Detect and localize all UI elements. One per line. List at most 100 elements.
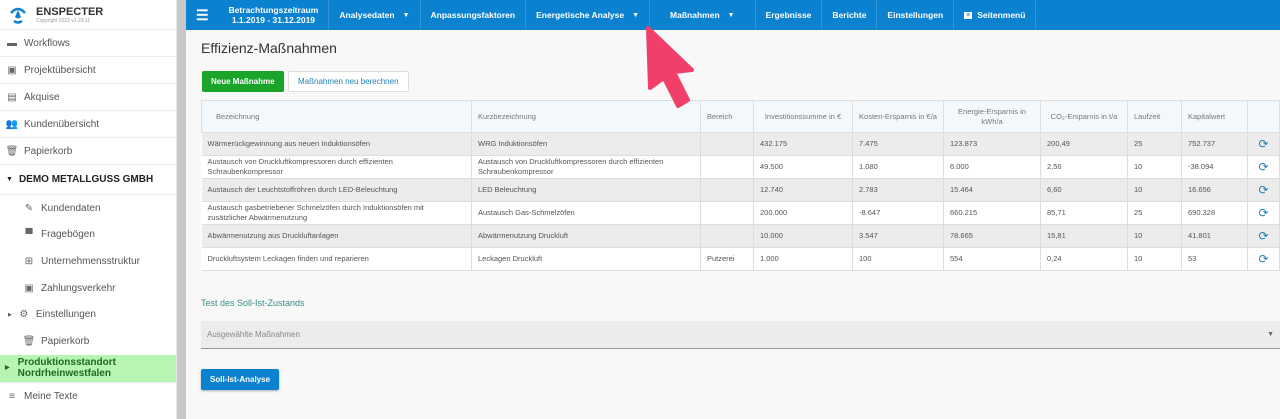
column-header[interactable]: Kapitalwert: [1181, 100, 1248, 133]
sidebar-subitem[interactable]: 🗑 Papierkorb: [0, 328, 176, 355]
sidebar-subitem-label: Kundendaten: [41, 202, 101, 214]
table-cell: Austausch Gas-Schmelzöfen: [471, 201, 701, 225]
table-cell: Austausch von Druckluftkompressoren durc…: [471, 155, 701, 179]
refresh-icon[interactable]: ⟳: [1247, 155, 1280, 179]
table-cell: 15.464: [943, 178, 1041, 202]
table-cell: 16.656: [1181, 178, 1248, 202]
sidebar-item-meine-texte[interactable]: ≡ Meine Texte: [0, 383, 176, 410]
text-lines-icon: ≡: [9, 390, 15, 402]
table-cell: Austausch der Leuchtstoffröhren durch LE…: [201, 178, 472, 202]
refresh-icon[interactable]: ⟳: [1247, 224, 1280, 248]
column-header[interactable]: Investitionssumme in €: [753, 100, 853, 133]
comment-icon: ▀: [25, 229, 33, 241]
table-cell: 6.000: [943, 155, 1041, 179]
measures-table: Bezeichnung Kurzbezeichnung Bereich Investi…: [201, 100, 1280, 271]
table-cell: LED Beleuchtung: [471, 178, 701, 202]
caret-down-icon: ▼: [727, 11, 735, 19]
column-header[interactable]: Kosten-Ersparnis in €/a: [852, 100, 944, 133]
column-header[interactable]: Bezeichnung: [201, 100, 472, 133]
sidebar-subitem[interactable]: ▶ ⚙ Einstellungen: [0, 301, 176, 328]
table-cell: 2,56: [1040, 155, 1128, 179]
table-cell: 123.873: [943, 132, 1041, 156]
recalculate-button[interactable]: Maßnahmen neu berechnen: [288, 71, 409, 92]
nav-label: Berichte: [832, 10, 867, 20]
nav-item[interactable]: Analysedaten ▼: [329, 0, 421, 30]
sidebar-item-label: Papierkorb: [24, 145, 73, 157]
sidebar-subitem-label: Fragebögen: [41, 229, 95, 241]
sidebar-item-location[interactable]: ▶ Produktionsstandort Nordrheinwestfalen: [0, 354, 176, 383]
sidebar-item[interactable]: ▤ Akquise: [0, 84, 176, 111]
period-selector[interactable]: Betrachtungszeitraum 1.1.2019 - 31.12.201…: [219, 0, 330, 30]
column-header-actions: [1247, 100, 1280, 133]
sidebar-item[interactable]: ▣ Projektübersicht: [0, 57, 176, 84]
group-label: DEMO METALLGUSS GMBH: [18, 174, 154, 185]
caret-down-icon: ▼: [6, 176, 13, 183]
table-cell: 10: [1127, 155, 1182, 179]
nav-label: Maßnahmen: [670, 10, 720, 20]
caret-right-icon: ▶: [8, 311, 12, 318]
nav-label: Anpassungsfaktoren: [430, 10, 516, 20]
table-row[interactable]: Austausch der Leuchtstoffröhren durch LE…: [201, 178, 1280, 202]
sidebar-item[interactable]: ▬ Workflows: [0, 30, 176, 57]
table-cell: Austausch von Druckluftkompressoren durc…: [201, 155, 472, 179]
sidebar-subitem[interactable]: ▀ Fragebögen: [0, 222, 176, 249]
table-cell: 6,60: [1040, 178, 1128, 202]
sidebar-scrollbar[interactable]: [177, 0, 186, 419]
column-header[interactable]: Bereich: [700, 100, 754, 133]
sidebar-subitem[interactable]: ⊞ Unternehmensstruktur: [0, 248, 176, 275]
table-cell: 2.783: [852, 178, 944, 202]
table-cell: -8.647: [852, 201, 944, 225]
table-row[interactable]: Wärmerückgewinnung aus neuen Induktionsö…: [201, 132, 1280, 156]
refresh-icon[interactable]: ⟳: [1247, 201, 1280, 225]
table-cell: 0,24: [1040, 247, 1128, 271]
table-row[interactable]: Abwärmenutzung aus Druckluftanlagen Abwär…: [201, 224, 1280, 248]
table-cell: [700, 155, 754, 179]
nav-item[interactable]: Ergebnisse: [756, 0, 823, 30]
sidebar-item[interactable]: 🗑 Papierkorb: [0, 138, 176, 165]
table-row[interactable]: Druckluftsystem Leckagen finden und repa…: [201, 247, 1280, 271]
table-cell: 10: [1127, 224, 1182, 248]
refresh-icon[interactable]: ⟳: [1247, 247, 1280, 271]
table-cell: Putzerei: [700, 247, 754, 271]
column-header[interactable]: Energie-Ersparnis in kWh/a: [943, 100, 1041, 133]
new-measure-button[interactable]: Neue Maßnahme: [202, 71, 284, 92]
nav-label: Analysedaten: [339, 10, 395, 20]
sidebar-subitem[interactable]: ✎ Kundendaten: [0, 195, 176, 222]
measures-select[interactable]: Ausgewählte Maßnahmen ▼: [201, 321, 1280, 349]
table-cell: 49.500: [753, 155, 853, 179]
table-row[interactable]: Austausch gasbetriebener Schmelzöfen dur…: [201, 201, 1280, 225]
table-cell: Austausch gasbetriebener Schmelzöfen dur…: [201, 201, 472, 225]
menu-icon[interactable]: ☰: [186, 0, 219, 30]
caret-right-icon: ▶: [5, 364, 10, 371]
dropdown-arrow-icon: ▼: [1267, 331, 1274, 338]
table-cell: 85,71: [1040, 201, 1128, 225]
nav-item[interactable]: Energetische Analyse ▼: [526, 0, 651, 30]
table-cell: Leckagen Druckluft: [471, 247, 701, 271]
refresh-icon[interactable]: ⟳: [1247, 178, 1280, 202]
table-cell: 7.475: [852, 132, 944, 156]
nav-item[interactable]: Berichte: [822, 0, 878, 30]
sidebar-subitem[interactable]: ▣ Zahlungsverkehr: [0, 275, 176, 302]
enspecter-logo-icon: [10, 7, 26, 24]
nav-item[interactable]: Einstellungen: [877, 0, 955, 30]
column-header[interactable]: CO₂-Ersparnis in t/a: [1040, 100, 1128, 133]
nav-item[interactable]: ≡ Seitenmenü: [954, 0, 1037, 30]
table-cell: 10: [1127, 178, 1182, 202]
soll-ist-analyse-button[interactable]: Soll-Ist-Analyse: [201, 369, 280, 390]
page-menu-icon: ≡: [964, 11, 973, 19]
column-header[interactable]: Laufzeit: [1127, 100, 1182, 133]
sidebar-group-company[interactable]: ▼ DEMO METALLGUSS GMBH: [0, 165, 176, 195]
caret-down-icon: ▼: [632, 11, 640, 19]
refresh-icon[interactable]: ⟳: [1247, 132, 1280, 156]
table-row[interactable]: Austausch von Druckluftkompressoren durc…: [201, 155, 1280, 179]
table-cell: Wärmerückgewinnung aus neuen Induktionsö…: [201, 132, 472, 156]
people-icon: 👥: [5, 118, 19, 130]
pointer-cursor-icon: [646, 26, 694, 108]
nav-item[interactable]: Anpassungsfaktoren: [421, 0, 527, 30]
sidebar-item-label: Projektübersicht: [24, 64, 96, 76]
gear-icon: ⚙: [19, 309, 29, 321]
table-cell: 752.737: [1181, 132, 1248, 156]
sidebar-item[interactable]: 👥 Kundenübersicht: [0, 111, 176, 138]
table-cell: [700, 201, 754, 225]
table-cell: Abwärmenutzung aus Druckluftanlagen: [201, 224, 472, 248]
